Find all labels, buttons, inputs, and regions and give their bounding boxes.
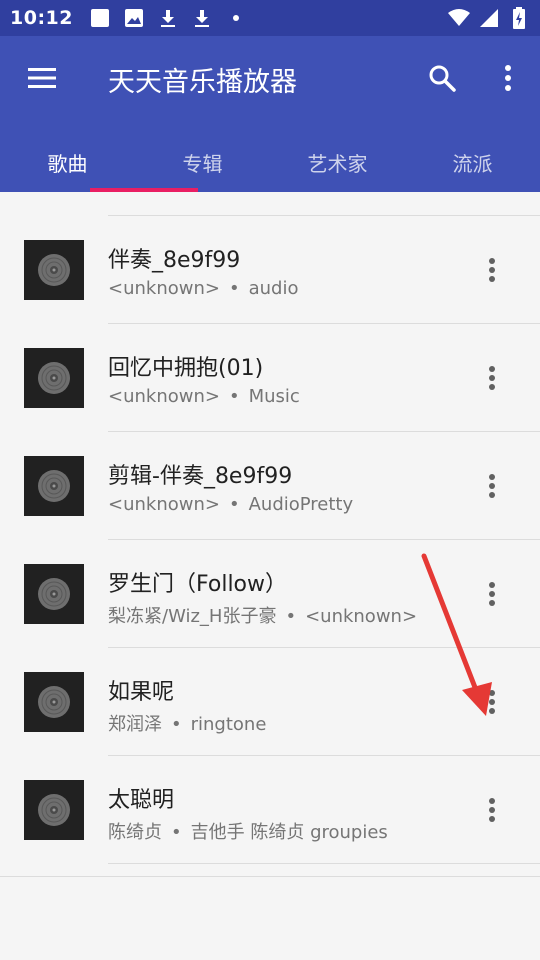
battery-charging-icon	[508, 7, 530, 29]
song-artist: <unknown>	[108, 494, 220, 515]
song-title: 剪辑-伴奏_8e9f99	[108, 464, 293, 489]
song-album: ringtone	[190, 714, 267, 735]
song-subtitle: 郑润泽 • ringtone	[108, 710, 266, 736]
song-list-item[interactable]: 回忆中拥抱(01) <unknown> • Music	[0, 324, 540, 432]
row-divider	[108, 863, 540, 864]
song-list-item[interactable]: 伴奏_8e9f99 <unknown> • audio	[0, 216, 540, 324]
dot-icon	[225, 7, 247, 29]
album-art-thumbnail	[24, 780, 84, 840]
more-options-icon[interactable]	[472, 790, 512, 830]
album-art-thumbnail	[24, 672, 84, 732]
download-icon	[191, 7, 213, 29]
tab-songs[interactable]: 歌曲	[0, 132, 135, 192]
song-album: AudioPretty	[248, 494, 354, 515]
download-icon	[157, 7, 179, 29]
song-artist: 梨冻紧/Wiz_H张子豪	[108, 606, 277, 627]
song-subtitle: <unknown> • Music	[108, 386, 300, 407]
song-list-item[interactable]: 剪辑-伴奏_8e9f99 <unknown> • AudioPretty	[0, 432, 540, 540]
song-album: audio	[248, 278, 299, 299]
wifi-icon	[448, 7, 470, 29]
song-list-item[interactable]: 罗生门（Follow） 梨冻紧/Wiz_H张子豪 • <unknown>	[0, 540, 540, 648]
song-artist: 陈绮贞	[108, 822, 162, 843]
status-notification-icons	[89, 7, 247, 29]
status-system-icons	[448, 7, 530, 29]
song-list-item[interactable]: 如果呢 郑润泽 • ringtone	[0, 648, 540, 756]
signal-icon	[478, 7, 500, 29]
song-title: 罗生门（Follow）	[108, 572, 288, 597]
song-list-item[interactable]: <unknown>•Music	[0, 192, 540, 216]
tab-genres[interactable]: 流派	[405, 132, 540, 192]
app-bar: 天天音乐播放器 歌曲 专辑 艺术家 流派	[0, 36, 540, 192]
vinyl-disc-icon	[38, 362, 70, 394]
tab-bar: 歌曲 专辑 艺术家 流派	[0, 132, 540, 192]
song-list[interactable]: <unknown> • Music 伴奏_8e9f99 <unknown> • audi…	[0, 192, 540, 876]
song-subtitle: 梨冻紧/Wiz_H张子豪 • <unknown>	[108, 602, 417, 628]
song-artist: <unknown>	[108, 278, 220, 299]
vinyl-disc-icon	[38, 686, 70, 718]
notification-square-icon	[89, 7, 111, 29]
song-artist: 郑润泽	[108, 714, 162, 735]
song-title: 如果呢	[108, 680, 175, 705]
song-artist: <unknown>	[108, 386, 220, 407]
subtitle-separator: •	[228, 278, 240, 299]
hamburger-menu-icon[interactable]	[20, 56, 64, 100]
vinyl-disc-icon	[38, 794, 70, 826]
more-options-icon[interactable]	[472, 574, 512, 614]
app-title: 天天音乐播放器	[108, 67, 297, 98]
more-options-icon[interactable]	[472, 682, 512, 722]
more-options-icon[interactable]	[472, 466, 512, 506]
status-time: 10:12	[10, 7, 73, 29]
album-art-thumbnail	[24, 564, 84, 624]
more-options-icon[interactable]	[472, 358, 512, 398]
song-title: 伴奏_8e9f99	[108, 248, 241, 273]
empty-bottom-area	[0, 877, 540, 960]
album-art-thumbnail	[24, 240, 84, 300]
more-options-icon[interactable]	[472, 250, 512, 290]
song-album: Music	[248, 386, 300, 407]
song-subtitle: <unknown> • audio	[108, 278, 298, 299]
subtitle-separator: •	[228, 494, 240, 515]
vinyl-disc-icon	[38, 254, 70, 286]
vinyl-disc-icon	[38, 578, 70, 610]
song-album: <unknown>	[305, 606, 418, 627]
album-art-thumbnail	[24, 456, 84, 516]
album-art-thumbnail	[24, 348, 84, 408]
more-vert-icon[interactable]	[486, 56, 530, 100]
song-title: 回忆中拥抱(01)	[108, 356, 264, 381]
song-subtitle: 陈绮贞 • 吉他手 陈绮贞 groupies	[108, 818, 388, 844]
subtitle-separator: •	[171, 714, 182, 735]
vinyl-disc-icon	[38, 470, 70, 502]
song-title: 太聪明	[108, 788, 175, 813]
subtitle-separator: •	[171, 822, 182, 843]
song-album: 吉他手 陈绮贞 groupies	[190, 822, 388, 843]
tab-albums[interactable]: 专辑	[135, 132, 270, 192]
subtitle-separator: •	[285, 606, 297, 627]
song-subtitle: <unknown> • AudioPretty	[108, 494, 353, 515]
search-icon[interactable]	[420, 56, 464, 100]
image-icon	[123, 7, 145, 29]
status-bar: 10:12	[0, 0, 540, 36]
tab-artists[interactable]: 艺术家	[270, 132, 405, 192]
subtitle-separator: •	[228, 386, 240, 407]
song-list-item[interactable]: 太聪明 陈绮贞 • 吉他手 陈绮贞 groupies	[0, 756, 540, 864]
